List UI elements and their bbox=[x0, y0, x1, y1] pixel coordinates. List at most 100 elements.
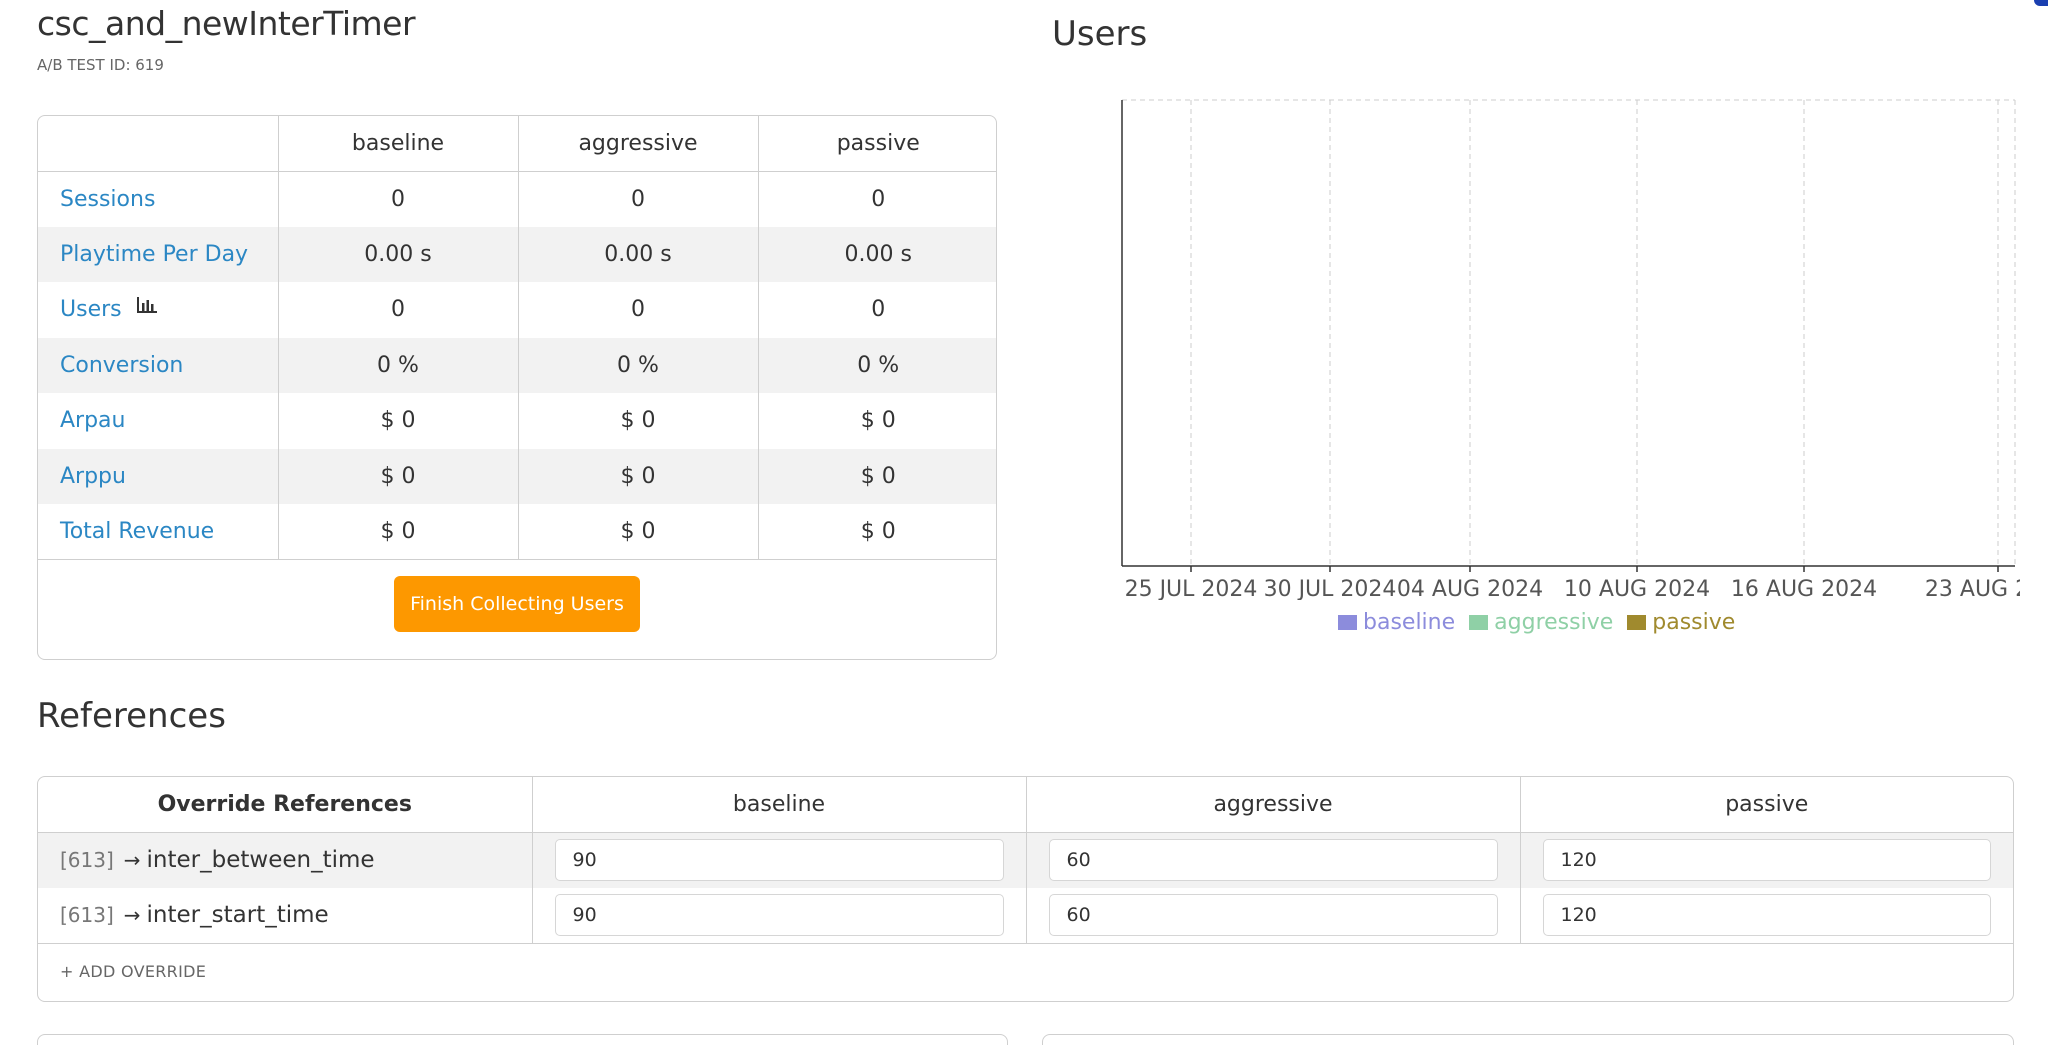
stats-value-baseline: $ 0 bbox=[278, 448, 519, 504]
reference-id: [613] bbox=[60, 848, 114, 872]
references-title: References bbox=[37, 696, 226, 736]
ab-test-id: A/B TEST ID: 619 bbox=[37, 56, 164, 74]
stats-row: Playtime Per Day 0.00 s 0.00 s 0.00 s bbox=[38, 226, 996, 282]
stats-value-passive: 0 bbox=[871, 186, 886, 212]
x-tick-label: 25 JUL 2024 bbox=[1125, 577, 1258, 600]
stats-row: Sessions 0 0 0 bbox=[38, 171, 996, 227]
metric-link-arppu[interactable]: Arppu bbox=[60, 464, 126, 489]
stats-header-passive: passive bbox=[758, 116, 996, 172]
x-tick-label: 30 JUL 2024 bbox=[1264, 577, 1397, 600]
stats-row: Conversion 0 % 0 % 0 % bbox=[38, 337, 996, 393]
add-override-button[interactable]: + ADD OVERRIDE bbox=[38, 944, 2013, 1000]
reference-value-cell bbox=[1026, 887, 1521, 944]
metric-cell: Conversion bbox=[38, 337, 279, 393]
metric-link-playtime-per-day[interactable]: Playtime Per Day bbox=[60, 242, 248, 267]
legend-item-aggressive[interactable]: aggressive bbox=[1469, 610, 1613, 635]
override-input-passive[interactable] bbox=[1542, 894, 1991, 936]
reference-name-cell: [613] → inter_start_time bbox=[38, 887, 533, 944]
reference-value-cell bbox=[532, 832, 1027, 888]
arrow-right-icon: → bbox=[123, 848, 141, 872]
scroll-indicator bbox=[2034, 0, 2048, 6]
stats-card: baseline aggressive passive Sessions 0 0 0 P… bbox=[37, 115, 997, 660]
metric-cell: Playtime Per Day bbox=[38, 226, 279, 282]
bar-chart-icon[interactable] bbox=[136, 295, 158, 320]
x-tick-label: 04 AUG 2024 bbox=[1397, 577, 1543, 600]
legend-item-passive[interactable]: passive bbox=[1627, 610, 1735, 635]
bottom-card-left bbox=[37, 1034, 1008, 1045]
stats-row: Arpau $ 0 $ 0 $ 0 bbox=[38, 393, 996, 449]
bottom-card-right bbox=[1042, 1034, 2014, 1045]
metric-cell: Arpau bbox=[38, 393, 279, 449]
stats-value-aggressive: 0.00 s bbox=[518, 226, 759, 282]
references-header-row: Override References baseline aggressive … bbox=[38, 777, 2013, 833]
references-header-aggressive: aggressive bbox=[1026, 777, 1521, 833]
reference-id: [613] bbox=[60, 903, 114, 927]
chart-legend: baseline aggressive passive bbox=[1338, 610, 1735, 635]
reference-value-cell bbox=[532, 887, 1027, 944]
reference-row: [613] → inter_start_time bbox=[38, 887, 2013, 944]
override-input-aggressive[interactable] bbox=[1048, 894, 1498, 936]
legend-item-baseline[interactable]: baseline bbox=[1338, 610, 1455, 635]
metric-link-arpau[interactable]: Arpau bbox=[60, 408, 125, 433]
stats-header-row: baseline aggressive passive bbox=[38, 116, 996, 172]
override-input-baseline[interactable] bbox=[554, 894, 1004, 936]
stats-value-baseline: $ 0 bbox=[278, 393, 519, 449]
legend-label: passive bbox=[1652, 610, 1736, 635]
stats-value-aggressive: $ 0 bbox=[518, 393, 759, 449]
references-table: Override References baseline aggressive … bbox=[38, 777, 2013, 944]
finish-collecting-users-button[interactable]: Finish Collecting Users bbox=[394, 576, 640, 632]
legend-swatch bbox=[1338, 615, 1357, 630]
stats-table: baseline aggressive passive Sessions 0 0 0 P… bbox=[38, 116, 996, 560]
reference-key: inter_start_time bbox=[146, 902, 329, 928]
legend-label: aggressive bbox=[1494, 610, 1614, 635]
metric-cell: Arppu bbox=[38, 448, 279, 504]
x-tick-label: 10 AUG 2024 bbox=[1564, 577, 1710, 600]
stats-row: Users 0 0 0 bbox=[38, 282, 996, 338]
metric-link-sessions[interactable]: Sessions bbox=[60, 187, 155, 212]
reference-name-cell: [613] → inter_between_time bbox=[38, 832, 533, 888]
stats-value-aggressive: $ 0 bbox=[518, 504, 759, 560]
reference-value-cell bbox=[1520, 832, 2013, 888]
stats-value-aggressive: 0 % bbox=[518, 337, 759, 393]
metric-cell: Sessions bbox=[38, 171, 279, 227]
arrow-right-icon: → bbox=[123, 903, 141, 927]
stats-header-aggressive: aggressive bbox=[518, 116, 759, 172]
metric-cell: Users bbox=[38, 282, 279, 338]
stats-value-baseline: 0.00 s bbox=[278, 226, 519, 282]
stats-value-baseline: 0 % bbox=[278, 337, 519, 393]
stats-value-passive: 0 % bbox=[758, 337, 996, 393]
page-title: csc_and_newInterTimer bbox=[37, 4, 416, 43]
stats-value-passive: $ 0 bbox=[758, 504, 996, 560]
reference-row: [613] → inter_between_time bbox=[38, 832, 2013, 888]
finish-wrap: Finish Collecting Users bbox=[38, 560, 996, 659]
metric-link-total-revenue[interactable]: Total Revenue bbox=[60, 519, 214, 544]
stats-value-aggressive: 0 bbox=[518, 282, 759, 338]
x-tick-label: 16 AUG 2024 bbox=[1731, 577, 1877, 600]
stats-header-empty bbox=[38, 116, 279, 172]
references-card: Override References baseline aggressive … bbox=[37, 776, 2014, 1002]
stats-value-baseline: 0 bbox=[278, 171, 519, 227]
override-input-passive[interactable] bbox=[1542, 839, 1991, 881]
override-input-aggressive[interactable] bbox=[1048, 839, 1498, 881]
reference-value-cell bbox=[1520, 887, 2013, 944]
reference-value-cell bbox=[1026, 832, 1521, 888]
stats-value-passive: 0.00 s bbox=[758, 226, 996, 282]
override-input-baseline[interactable] bbox=[554, 839, 1004, 881]
stats-row: Total Revenue $ 0 $ 0 $ 0 bbox=[38, 504, 996, 560]
reference-key: inter_between_time bbox=[146, 847, 375, 873]
stats-value-aggressive: $ 0 bbox=[518, 448, 759, 504]
stats-value-passive: $ 0 bbox=[758, 448, 996, 504]
legend-swatch bbox=[1469, 615, 1489, 630]
users-chart-title: Users bbox=[1052, 14, 1148, 54]
stats-row: Arppu $ 0 $ 0 $ 0 bbox=[38, 448, 996, 504]
metric-cell: Total Revenue bbox=[38, 504, 279, 560]
override-references-header: Override References bbox=[38, 777, 533, 833]
x-tick-label: 23 AUG 2024 bbox=[1925, 577, 2020, 600]
metric-link-users[interactable]: Users bbox=[60, 297, 122, 322]
metric-link-conversion[interactable]: Conversion bbox=[60, 353, 183, 378]
stats-value-passive: 0 bbox=[871, 297, 886, 323]
users-chart: 25 JUL 2024 30 JUL 2024 04 AUG 2024 10 AUG … bbox=[1121, 99, 2020, 600]
references-header-baseline: baseline bbox=[532, 777, 1027, 833]
stats-header-baseline: baseline bbox=[278, 116, 519, 172]
stats-value-baseline: $ 0 bbox=[278, 504, 519, 560]
